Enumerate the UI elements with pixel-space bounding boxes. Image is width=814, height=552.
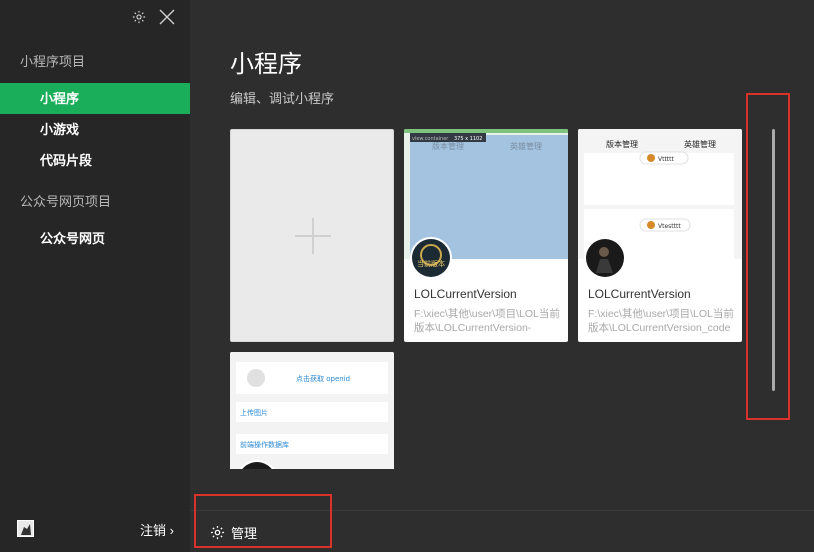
thumb-item: Vttttt: [658, 156, 675, 163]
window-controls: [130, 8, 176, 26]
project-card[interactable]: 点击获取 openid 上传图片 前端操作数据库: [230, 352, 394, 469]
sidebar: 小程序项目 小程序 小游戏 代码片段 公众号网页项目 公众号网页 注销 ›: [0, 0, 190, 552]
thumb-item: 前端操作数据库: [240, 440, 289, 449]
close-icon[interactable]: [158, 8, 176, 26]
sidebar-footer: 注销 ›: [0, 510, 190, 552]
project-avatar: [584, 237, 626, 279]
section-web-projects: 公众号网页项目: [20, 194, 112, 209]
project-avatar: 当前版本: [410, 237, 452, 279]
project-path: F:\xiec\其他\user\项目\LOL当前版本\LOLCurrentVer…: [588, 308, 734, 334]
sidebar-item-minigame[interactable]: 小游戏: [0, 114, 190, 145]
thumb-tab: 版本管理: [606, 139, 638, 149]
sidebar-item-webpage[interactable]: 公众号网页: [0, 223, 190, 254]
main-panel: 小程序 编辑、调试小程序 view.container 375 x 1102 版…: [190, 0, 814, 552]
sidebar-item-code-snippets[interactable]: 代码片段: [0, 145, 190, 176]
project-name: LOLCurrentVersion: [414, 287, 517, 301]
project-name: LOLCurrentVersion: [588, 287, 691, 301]
thumb-tab: 英雄管理: [510, 141, 542, 151]
settings-icon[interactable]: [130, 8, 148, 26]
avatar-caption: 当前版本: [417, 259, 445, 268]
thumb-item: Vtestttt: [658, 223, 681, 230]
gear-icon: [210, 525, 225, 540]
manage-button[interactable]: 管理: [210, 523, 257, 542]
thumb-tab: 英雄管理: [684, 139, 716, 149]
plus-icon: [295, 218, 331, 254]
new-project-card[interactable]: [230, 129, 394, 342]
scrollbar-highlight: [746, 93, 790, 420]
project-grid: view.container 375 x 1102 版本管理 英雄管理 当前版本…: [230, 129, 750, 469]
user-avatar[interactable]: [17, 520, 34, 537]
thumb-item: 点击获取 openid: [296, 374, 350, 383]
project-thumbnail: 点击获取 openid 上传图片 前端操作数据库: [230, 352, 394, 469]
project-path: F:\xiec\其他\user\项目\LOL当前版本\LOLCurrentVer…: [414, 308, 560, 334]
main-footer: 管理: [190, 494, 814, 552]
section-miniapp-projects: 小程序项目: [20, 54, 86, 69]
thumb-item: 上传图片: [240, 408, 268, 417]
page-title: 小程序: [230, 51, 302, 78]
sidebar-item-miniapp[interactable]: 小程序: [0, 83, 190, 114]
project-card[interactable]: view.container 375 x 1102 版本管理 英雄管理 当前版本…: [404, 129, 568, 342]
page-subtitle: 编辑、调试小程序: [230, 91, 335, 106]
thumb-tab: 版本管理: [432, 141, 464, 151]
project-card[interactable]: 版本管理 英雄管理 Vttttt Vtestttt LOLCurrentVers…: [578, 129, 742, 342]
manage-label: 管理: [231, 526, 258, 541]
logout-link[interactable]: 注销 ›: [140, 520, 174, 539]
scrollbar-thumb[interactable]: [772, 129, 775, 391]
